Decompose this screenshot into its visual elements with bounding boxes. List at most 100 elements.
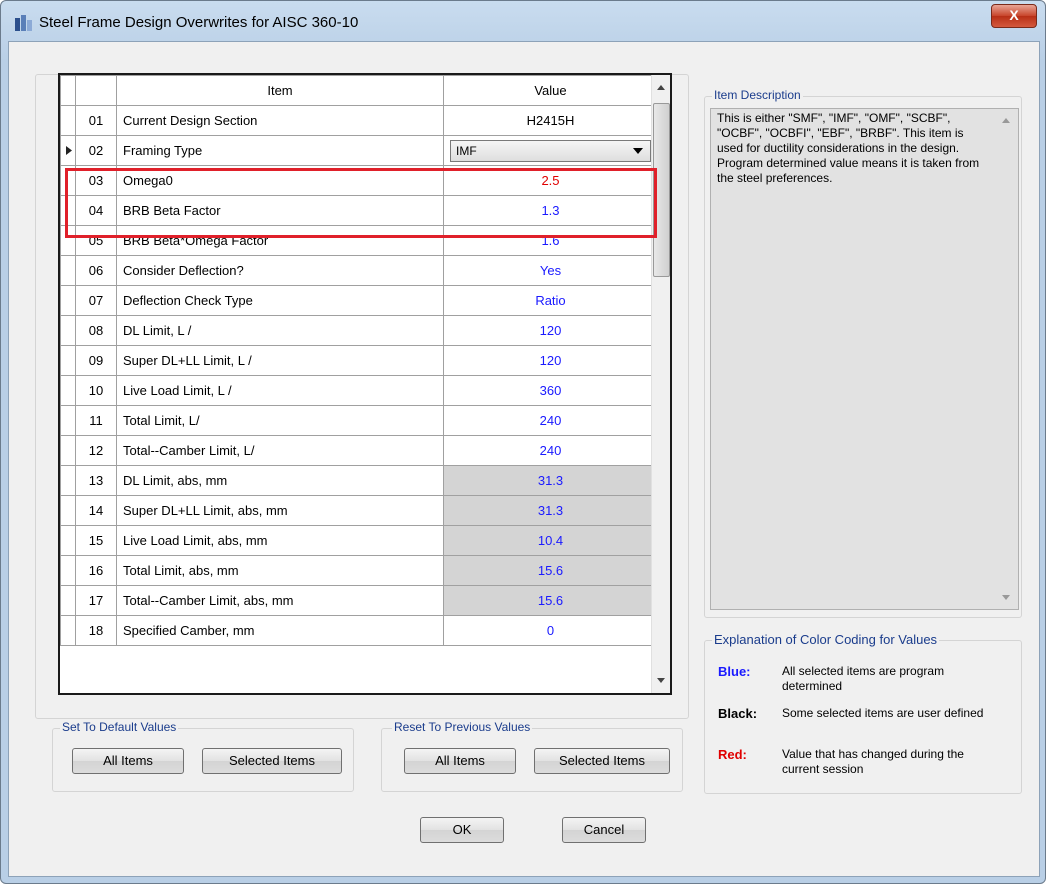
row-item-name: Super DL+LL Limit, abs, mm xyxy=(116,495,444,526)
header-number-cell xyxy=(75,75,117,106)
scroll-up-arrow-icon[interactable] xyxy=(657,85,665,90)
table-row[interactable]: 09 Super DL+LL Limit, L / 120 xyxy=(60,345,658,376)
reset-all-items-button[interactable]: All Items xyxy=(404,748,516,774)
row-selector-cell[interactable] xyxy=(60,555,76,586)
row-item-name: Current Design Section xyxy=(116,105,444,136)
row-value: 10.4 xyxy=(537,533,564,548)
row-value: 31.3 xyxy=(537,473,564,488)
row-selector-cell[interactable] xyxy=(60,435,76,466)
table-row[interactable]: 01 Current Design Section H2415H xyxy=(60,105,658,136)
row-value-cell[interactable]: 15.6 xyxy=(443,585,658,616)
cancel-button[interactable]: Cancel xyxy=(562,817,646,843)
row-selector-cell[interactable] xyxy=(60,345,76,376)
reset-selected-items-button[interactable]: Selected Items xyxy=(534,748,670,774)
overwrites-table: Item Value 01 Current Design Section H2415… xyxy=(60,75,658,646)
legend-text: Some selected items are user defined xyxy=(782,706,984,720)
row-item-name: Total Limit, abs, mm xyxy=(116,555,444,586)
row-value-cell[interactable]: 360 xyxy=(443,375,658,406)
window-title: Steel Frame Design Overwrites for AISC 3… xyxy=(39,14,359,31)
item-description-text: This is either "SMF", "IMF", "OMF", "SCB… xyxy=(717,111,980,185)
table-row[interactable]: 10 Live Load Limit, L / 360 xyxy=(60,375,658,406)
row-selector-cell[interactable] xyxy=(60,285,76,316)
default-all-items-button[interactable]: All Items xyxy=(72,748,184,774)
row-number: 12 xyxy=(75,435,117,466)
row-value: 240 xyxy=(539,443,562,458)
table-row[interactable]: 11 Total Limit, L/240 xyxy=(60,405,658,436)
row-number: 02 xyxy=(75,135,117,166)
framing-type-dropdown[interactable]: IMF xyxy=(450,139,651,162)
current-row-arrow-icon[interactable] xyxy=(60,135,76,166)
header-selector-cell xyxy=(60,75,76,106)
legend-key: Red: xyxy=(718,747,747,762)
row-value-cell[interactable]: 0 xyxy=(443,615,658,646)
table-row[interactable]: 07 Deflection Check Type Ratio xyxy=(60,285,658,316)
row-number: 11 xyxy=(75,405,117,436)
reset-previous-label: Reset To Previous Values xyxy=(392,720,533,734)
row-value-cell[interactable]: 31.3 xyxy=(443,465,658,496)
row-value-cell[interactable]: 31.3 xyxy=(443,495,658,526)
table-row[interactable]: 12 Total--Camber Limit, L/240 xyxy=(60,435,658,466)
legend-text: Value that has changed during the curren… xyxy=(782,747,964,776)
row-selector-cell[interactable] xyxy=(60,375,76,406)
row-number: 06 xyxy=(75,255,117,286)
row-selector-cell[interactable] xyxy=(60,465,76,496)
table-row[interactable]: 15 Live Load Limit, abs, mm 10.4 xyxy=(60,525,658,556)
row-item-name: Deflection Check Type xyxy=(116,285,444,316)
table-row[interactable]: 02 Framing Type IMF xyxy=(60,135,658,166)
row-selector-cell[interactable] xyxy=(60,315,76,346)
legend-text: All selected items are program determine… xyxy=(782,664,945,693)
dropdown-selected-value: IMF xyxy=(456,143,477,158)
scroll-down-arrow-icon[interactable] xyxy=(657,678,665,683)
row-item-name: Super DL+LL Limit, L / xyxy=(116,345,444,376)
row-value: 120 xyxy=(539,323,562,338)
table-row[interactable]: 14 Super DL+LL Limit, abs, mm 31.3 xyxy=(60,495,658,526)
row-value-cell[interactable]: 15.6 xyxy=(443,555,658,586)
row-value-cell[interactable]: IMF xyxy=(443,135,658,166)
table-row[interactable]: 18 Specified Camber, mm 0 xyxy=(60,615,658,646)
row-value-cell[interactable]: 120 xyxy=(443,315,658,346)
row-item-name: Total Limit, L/ xyxy=(116,405,444,436)
row-value-cell[interactable]: 10.4 xyxy=(443,525,658,556)
row-selector-cell[interactable] xyxy=(60,495,76,526)
overwrites-grid[interactable]: Item Value 01 Current Design Section H2415… xyxy=(58,73,672,695)
table-row[interactable]: 06 Consider Deflection? Yes xyxy=(60,255,658,286)
row-item-name: Live Load Limit, abs, mm xyxy=(116,525,444,556)
row-value: 15.6 xyxy=(537,593,564,608)
row-value: 31.3 xyxy=(537,503,564,518)
chevron-down-icon[interactable] xyxy=(633,147,643,154)
row-number: 07 xyxy=(75,285,117,316)
description-scrollbar[interactable] xyxy=(1000,112,1012,606)
table-row[interactable]: 08 DL Limit, L / 120 xyxy=(60,315,658,346)
row-item-name: DL Limit, L / xyxy=(116,315,444,346)
description-scroll-up-icon[interactable] xyxy=(1002,118,1010,123)
row-selector-cell[interactable] xyxy=(60,105,76,136)
row-value-cell[interactable]: 120 xyxy=(443,345,658,376)
item-description-label: Item Description xyxy=(712,88,803,102)
row-value-cell[interactable]: H2415H xyxy=(443,105,658,136)
close-button[interactable]: X xyxy=(991,4,1037,28)
row-value-cell[interactable]: 240 xyxy=(443,435,658,466)
row-value: H2415H xyxy=(526,113,575,128)
description-scroll-down-icon[interactable] xyxy=(1002,595,1010,600)
table-row[interactable]: 16 Total Limit, abs, mm 15.6 xyxy=(60,555,658,586)
ok-button[interactable]: OK xyxy=(420,817,504,843)
row-value-cell[interactable]: Yes xyxy=(443,255,658,286)
row-selector-cell[interactable] xyxy=(60,405,76,436)
row-item-name: Consider Deflection? xyxy=(116,255,444,286)
row-value: 240 xyxy=(539,413,562,428)
row-item-name: Total--Camber Limit, L/ xyxy=(116,435,444,466)
default-selected-items-button[interactable]: Selected Items xyxy=(202,748,342,774)
table-row[interactable]: 17 Total--Camber Limit, abs, mm 15.6 xyxy=(60,585,658,616)
table-row[interactable]: 13 DL Limit, abs, mm 31.3 xyxy=(60,465,658,496)
row-selector-cell[interactable] xyxy=(60,585,76,616)
row-value-cell[interactable]: Ratio xyxy=(443,285,658,316)
row-selector-cell[interactable] xyxy=(60,525,76,556)
row-value: 360 xyxy=(539,383,562,398)
row-item-name: Specified Camber, mm xyxy=(116,615,444,646)
legend-key: Blue: xyxy=(718,664,751,679)
color-coding-label: Explanation of Color Coding for Values xyxy=(712,632,940,647)
row-selector-cell[interactable] xyxy=(60,615,76,646)
row-value-cell[interactable]: 240 xyxy=(443,405,658,436)
set-default-label: Set To Default Values xyxy=(60,720,179,734)
row-selector-cell[interactable] xyxy=(60,255,76,286)
